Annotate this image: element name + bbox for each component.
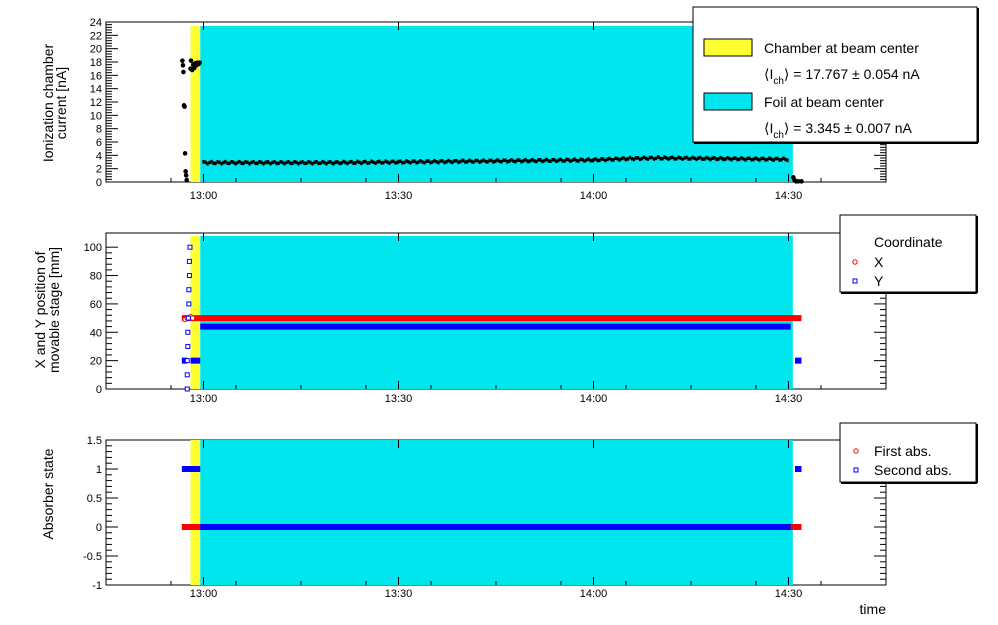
current-ytick-label: 2 xyxy=(96,164,102,176)
legend-swatch xyxy=(703,38,753,57)
position-series-y-point xyxy=(184,358,190,364)
current-series-0-point xyxy=(180,63,186,68)
position-series-y-segment xyxy=(190,357,201,364)
absorber-xlabel: time xyxy=(860,601,887,617)
absorber-ytick-label: 1 xyxy=(96,464,102,476)
position-ylabel: movable stage [mm] xyxy=(46,247,62,373)
current-xtick-label: 14:00 xyxy=(580,190,608,202)
position-xtick-label: 14:00 xyxy=(580,393,608,405)
position-series-x-segment xyxy=(181,315,802,322)
position-panel: 02040608010013:00 13:30 14:00 14:30X and Y … xyxy=(32,232,887,405)
position-series-y-point xyxy=(184,386,190,392)
position-ytick-label: 100 xyxy=(84,242,102,254)
current-band-0 xyxy=(190,26,201,182)
position-series-y-point xyxy=(185,343,191,349)
position-ytick-label: 80 xyxy=(90,271,102,283)
position-series-y-segment xyxy=(200,323,791,330)
legend-marker xyxy=(852,278,858,284)
position-xtick-label: 13:00 xyxy=(190,393,218,405)
absorber-ylabel: Absorber state xyxy=(40,448,56,539)
position-legend-box xyxy=(839,214,977,293)
current-series-0-point xyxy=(180,58,185,63)
absorber-legend: First abs. Second abs. xyxy=(839,422,978,484)
legend-label: Foil at beam center xyxy=(764,94,884,110)
absorber-ytick-label: 1.5 xyxy=(87,435,102,447)
current-ytick-label: 14 xyxy=(90,84,102,96)
current-xtick-label: 13:00 xyxy=(190,190,218,202)
legend-label: Second abs. xyxy=(874,462,952,478)
legend-label: Chamber at beam center xyxy=(764,40,919,56)
position-series-y-point xyxy=(184,372,190,378)
current-series-0-point xyxy=(183,169,188,174)
absorber-ytick-label: 0.5 xyxy=(87,493,102,505)
current-ytick-label: 10 xyxy=(90,110,102,122)
position-series-y-point xyxy=(186,287,192,293)
current-series-0-point xyxy=(182,104,187,109)
chart-figure: 02468101214161820222413:00 13:30 14:00 14:3… xyxy=(32,6,979,617)
legend-marker xyxy=(853,448,859,454)
position-series-y-point xyxy=(186,273,192,279)
current-ytick-label: 0 xyxy=(96,177,102,189)
current-ytick-label: 20 xyxy=(90,44,102,56)
absorber-xtick-label: 13:30 xyxy=(385,588,413,600)
current-ytick-label: 18 xyxy=(90,57,102,69)
legend-swatch xyxy=(703,92,753,111)
legend-label: Y xyxy=(874,273,884,289)
position-xtick-label: 13:30 xyxy=(385,393,413,405)
absorber-series-second-abs--segment xyxy=(795,466,802,472)
absorber-ytick-label: 0 xyxy=(96,522,102,534)
current-ytick-label: 4 xyxy=(96,150,102,162)
legend-marker xyxy=(852,259,858,265)
legend-label: First abs. xyxy=(874,443,932,459)
current-series-0-point xyxy=(183,173,189,178)
position-series-x-point xyxy=(189,315,196,321)
current-ylabel: current [nA] xyxy=(53,67,69,139)
current-xtick-label: 14:30 xyxy=(775,190,803,202)
absorber-ytick-label: -0.5 xyxy=(83,551,102,563)
position-ytick-label: 20 xyxy=(90,356,102,368)
current-ytick-label: 6 xyxy=(96,137,102,149)
current-ytick-label: 16 xyxy=(90,70,102,82)
current-ytick-label: 12 xyxy=(90,97,102,109)
absorber-band-0 xyxy=(190,440,201,585)
absorber-ytick-label: -1 xyxy=(92,580,102,592)
legend-label: X xyxy=(874,254,884,270)
current-series-0-point xyxy=(188,58,194,63)
current-ytick-label: 22 xyxy=(90,30,102,42)
current-ytick-label: 24 xyxy=(90,17,102,29)
absorber-xtick-label: 14:30 xyxy=(775,588,803,600)
current-series-0-point xyxy=(181,69,186,75)
absorber-panel: -1 -0.5 0 0.5 1 1.5 13:00 13:30 14:00 14:30 Absorb… xyxy=(40,435,887,617)
position-ytick-label: 40 xyxy=(90,327,102,339)
position-ytick-label: 60 xyxy=(90,299,102,311)
current-series-0-point xyxy=(799,179,804,184)
absorber-series-second-abs--segment xyxy=(200,524,791,530)
position-series-y-point xyxy=(186,258,192,264)
position-band-0 xyxy=(190,235,201,389)
legend-marker xyxy=(853,467,859,473)
position-series-y-point xyxy=(185,315,191,321)
position-legend-title: Coordinate xyxy=(874,234,943,250)
position-series-y-point xyxy=(185,329,191,335)
position-ytick-label: 0 xyxy=(96,384,102,396)
current-series-0-point xyxy=(197,60,203,65)
current-series-0-point xyxy=(184,177,190,183)
position-xtick-label: 14:30 xyxy=(775,393,803,405)
current-xtick-label: 13:30 xyxy=(385,190,413,202)
current-series-0-point xyxy=(182,151,188,156)
absorber-xtick-label: 14:00 xyxy=(580,588,608,600)
absorber-xtick-label: 13:00 xyxy=(190,588,218,600)
absorber-series-second-abs--segment xyxy=(181,466,201,472)
absorber-band-1 xyxy=(200,440,793,585)
position-legend: Coordinate XY xyxy=(839,214,978,294)
position-series-y-point xyxy=(186,301,192,307)
position-band-1 xyxy=(200,235,793,389)
position-series-y-segment xyxy=(795,357,802,364)
current-ytick-label: 8 xyxy=(96,124,102,136)
current-legend: Chamber at beam center⟨Ich⟩ = 17.767 ± 0… xyxy=(692,6,979,144)
position-series-y-point xyxy=(187,244,193,250)
